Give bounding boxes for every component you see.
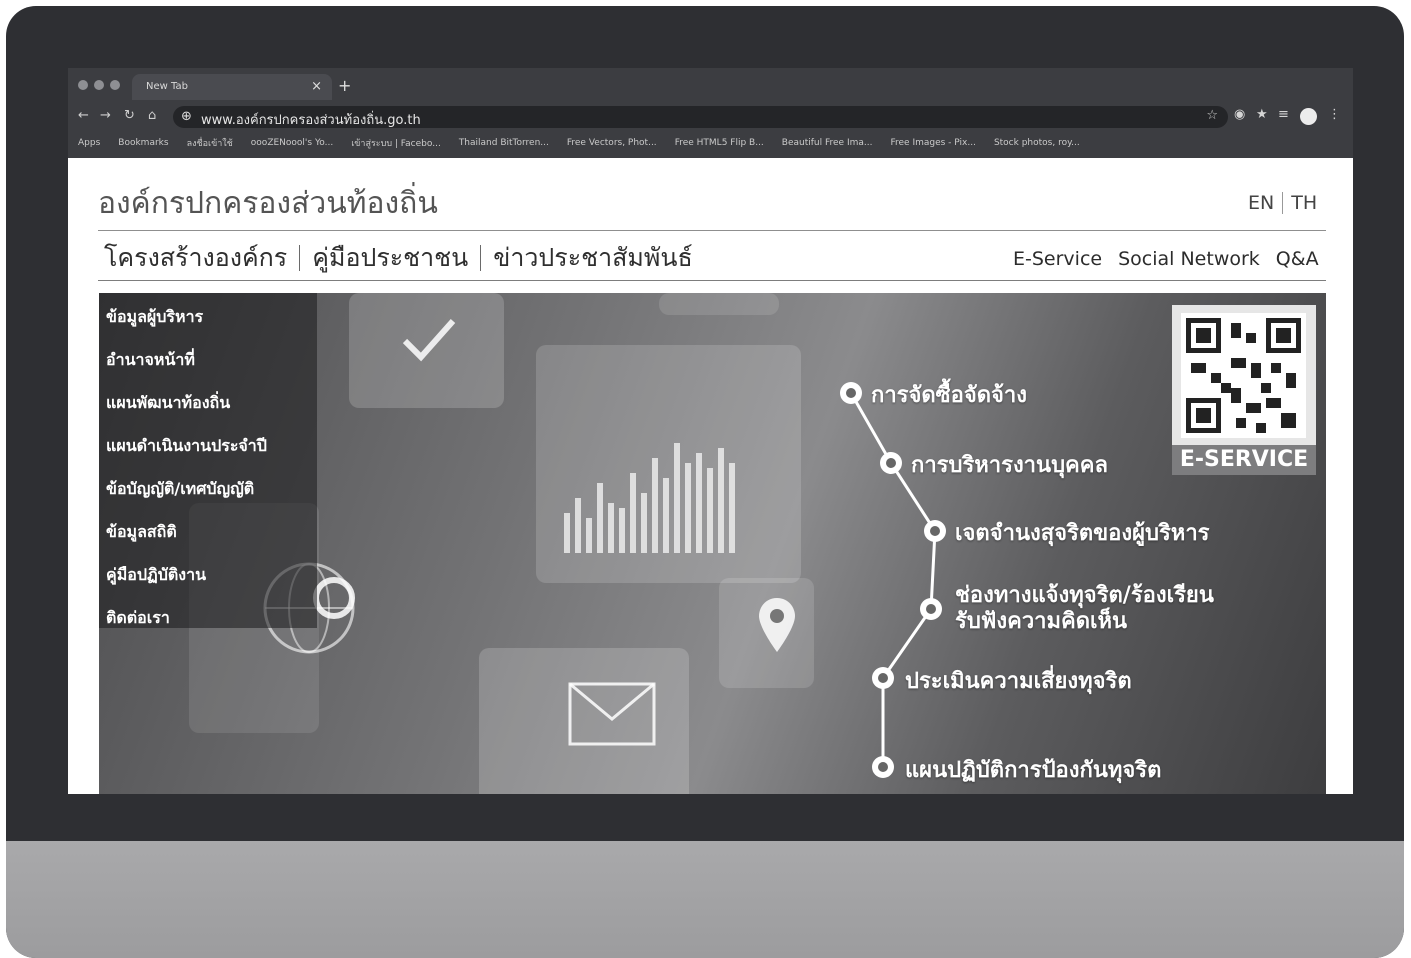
- close-window-icon[interactable]: [78, 80, 88, 90]
- main-navigation: โครงสร้างองค์กร คู่มือประชาชน ข่าวประชาส…: [104, 238, 693, 278]
- qr-code-icon: [1181, 313, 1306, 438]
- url-text: www.องค์กรปกครองส่วนท้องถิ่น.go.th: [201, 113, 421, 128]
- timeline-node-icon: [880, 452, 902, 474]
- browser-chrome: New Tab × + ← → ↻ ⌂ ⊕ www.องค์กรปกครองส่…: [68, 68, 1353, 158]
- secondary-navigation: E-Service Social Network Q&A: [1013, 248, 1319, 270]
- menu-kebab-icon[interactable]: ⋮: [1328, 107, 1341, 122]
- reading-list-icon[interactable]: ≡: [1278, 107, 1289, 122]
- maximize-window-icon[interactable]: [110, 80, 120, 90]
- hero-banner: ข้อมูลผู้บริหาร อำนาจหน้าที่ แผนพัฒนาท้อ…: [99, 293, 1326, 794]
- nav-separator: [299, 245, 301, 271]
- bookmark-item[interactable]: Free HTML5 Flip B...: [675, 138, 764, 148]
- extension-star-icon[interactable]: ★: [1256, 107, 1268, 122]
- reload-icon[interactable]: ↻: [124, 108, 135, 123]
- profile-avatar[interactable]: [1300, 108, 1317, 125]
- forward-icon[interactable]: →: [100, 108, 111, 123]
- monitor-bezel: [6, 841, 1404, 958]
- extension-icon[interactable]: ◉: [1234, 107, 1245, 122]
- tab-title: New Tab: [146, 81, 188, 92]
- navigation-bar: ← → ↻ ⌂ ⊕ www.องค์กรปกครองส่วนท้องถิ่น.g…: [68, 104, 1353, 130]
- bookmark-item[interactable]: oooZENoool's Yo...: [251, 138, 333, 148]
- address-bar[interactable]: ⊕ www.องค์กรปกครองส่วนท้องถิ่น.go.th ☆: [173, 106, 1228, 128]
- bookmark-item[interactable]: เข้าสู่ระบบ | Facebo...: [351, 136, 441, 150]
- timeline-risk-assessment[interactable]: ประเมินความเสี่ยงทุจริต: [905, 663, 1132, 698]
- bookmark-item[interactable]: Free Vectors, Phot...: [567, 138, 657, 148]
- timeline-node-icon: [840, 382, 862, 404]
- minimize-window-icon[interactable]: [94, 80, 104, 90]
- bookmark-item[interactable]: Thailand BitTorren...: [459, 138, 549, 148]
- bookmark-item[interactable]: Free Images - Pix...: [890, 138, 975, 148]
- timeline-node-icon: [924, 520, 946, 542]
- bookmark-item[interactable]: Apps: [78, 138, 100, 148]
- timeline-procurement[interactable]: การจัดซื้อจัดจ้าง: [871, 377, 1027, 412]
- nav-organization-structure[interactable]: โครงสร้างองค์กร: [104, 238, 287, 278]
- bookmark-item[interactable]: Bookmarks: [118, 138, 168, 148]
- browser-tab[interactable]: New Tab ×: [132, 74, 332, 100]
- new-tab-button[interactable]: +: [338, 76, 351, 95]
- web-page: องค์กรปกครองส่วนท้องถิ่น EN TH โครงสร้าง…: [68, 158, 1353, 794]
- nav-citizen-manual[interactable]: คู่มือประชาชน: [312, 238, 468, 278]
- timeline-report-corruption[interactable]: ช่องทางแจ้งทุจริต/ร้องเรียน รับฟังความคิ…: [955, 583, 1214, 635]
- window-controls[interactable]: [78, 80, 120, 90]
- lang-divider: [1282, 192, 1284, 214]
- monitor-frame: New Tab × + ← → ↻ ⌂ ⊕ www.องค์กรปกครองส่…: [6, 6, 1404, 958]
- timeline-personnel-management[interactable]: การบริหารงานบุคคล: [911, 447, 1108, 482]
- bookmark-item[interactable]: Stock photos, roy...: [994, 138, 1080, 148]
- timeline-node-icon: [872, 756, 894, 778]
- timeline-node-icon: [872, 667, 894, 689]
- timeline-executive-integrity[interactable]: เจตจำนงสุจริตของผู้บริหาร: [955, 515, 1209, 550]
- tab-close-icon[interactable]: ×: [311, 79, 322, 94]
- site-title[interactable]: องค์กรปกครองส่วนท้องถิ่น: [98, 180, 438, 227]
- nav-public-relations[interactable]: ข่าวประชาสัมพันธ์: [493, 238, 692, 278]
- nav-qa[interactable]: Q&A: [1276, 248, 1319, 270]
- lang-en-link[interactable]: EN: [1248, 192, 1274, 214]
- lang-th-link[interactable]: TH: [1291, 192, 1317, 214]
- e-service-qr-card[interactable]: E-SERVICE: [1172, 305, 1316, 475]
- e-service-label: E-SERVICE: [1172, 445, 1316, 475]
- bookmark-star-icon[interactable]: ☆: [1206, 108, 1218, 123]
- nav-divider: [98, 280, 1326, 281]
- nav-social-network[interactable]: Social Network: [1118, 248, 1260, 270]
- timeline-anti-corruption-plan[interactable]: แผนปฏิบัติการป้องกันทุจริต: [905, 752, 1161, 787]
- home-icon[interactable]: ⌂: [148, 108, 156, 123]
- nav-separator: [480, 245, 482, 271]
- timeline-node-icon: [920, 598, 942, 620]
- language-switcher: EN TH: [1248, 192, 1317, 214]
- back-icon[interactable]: ←: [78, 108, 89, 123]
- header-divider: [98, 230, 1326, 231]
- bookmark-item[interactable]: Beautiful Free Ima...: [782, 138, 873, 148]
- nav-e-service[interactable]: E-Service: [1013, 248, 1102, 270]
- bookmark-item[interactable]: ลงชื่อเข้าใช้: [187, 136, 233, 150]
- bookmarks-bar: Apps Bookmarks ลงชื่อเข้าใช้ oooZENoool'…: [68, 132, 1353, 154]
- site-info-icon[interactable]: ⊕: [181, 109, 192, 124]
